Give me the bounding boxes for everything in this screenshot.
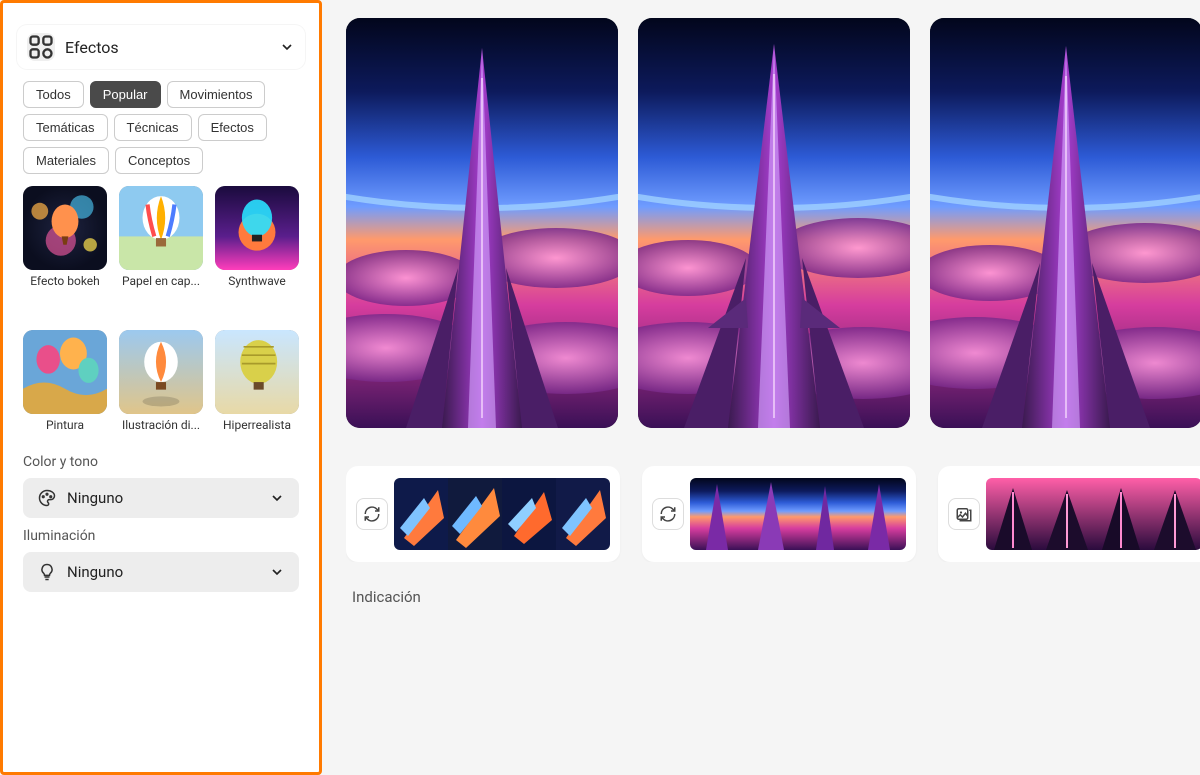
prompt-section: Indicación [346, 588, 1200, 606]
effect-label: Synthwave [215, 274, 299, 288]
effect-item-hiperrealista[interactable]: Hiperrealista [215, 330, 299, 432]
history-thumb[interactable] [744, 478, 798, 550]
lighting-dropdown[interactable]: Ninguno [23, 552, 299, 592]
history-thumb[interactable] [556, 478, 610, 550]
color-tone-dropdown[interactable]: Ninguno [23, 478, 299, 518]
main-area: Indicación [322, 0, 1200, 775]
generated-image-1[interactable] [346, 18, 618, 428]
color-tone-value: Ninguno [67, 489, 259, 507]
history-thumb[interactable] [798, 478, 852, 550]
color-tone-heading: Color y tono [23, 454, 299, 470]
history-thumbs [394, 478, 610, 550]
effect-thumb [23, 186, 107, 270]
chevron-down-icon [269, 490, 285, 506]
history-thumb[interactable] [986, 478, 1040, 550]
effects-grid: Efecto bokeh Papel en cap... [23, 186, 299, 432]
generated-image-3[interactable] [930, 18, 1200, 428]
history-thumbs [986, 478, 1200, 550]
effects-title: Efectos [65, 38, 269, 57]
filter-chip-tecnicas[interactable]: Técnicas [114, 114, 192, 141]
filter-chip-tematicas[interactable]: Temáticas [23, 114, 108, 141]
history-thumb[interactable] [394, 478, 448, 550]
regenerate-button[interactable] [356, 498, 388, 530]
history-thumb[interactable] [1094, 478, 1148, 550]
history-group-2 [642, 466, 916, 562]
filter-chip-materiales[interactable]: Materiales [23, 147, 109, 174]
lighting-heading: Iluminación [23, 528, 299, 544]
lightbulb-icon [37, 562, 57, 582]
effects-filter-chips: Todos Popular Movimientos Temáticas Técn… [23, 81, 299, 174]
history-thumb[interactable] [690, 478, 744, 550]
history-thumb[interactable] [852, 478, 906, 550]
effect-item-ilustracion[interactable]: Ilustración di... [119, 330, 203, 432]
filter-chip-movimientos[interactable]: Movimientos [167, 81, 266, 108]
history-thumb[interactable] [1148, 478, 1200, 550]
chevron-down-icon [279, 39, 295, 55]
sidebar-panel: Efectos Todos Popular Movimientos Temáti… [0, 0, 322, 775]
history-thumb[interactable] [502, 478, 556, 550]
history-group-1 [346, 466, 620, 562]
effect-item-pintura[interactable]: Pintura [23, 330, 107, 432]
filter-chip-efectos[interactable]: Efectos [198, 114, 267, 141]
chevron-down-icon [269, 564, 285, 580]
history-strip [346, 466, 1200, 562]
prompt-label: Indicación [352, 588, 1200, 606]
history-thumbs [690, 478, 906, 550]
history-group-3 [938, 466, 1200, 562]
effects-icon [27, 33, 55, 61]
effect-thumb [215, 330, 299, 414]
effect-thumb [119, 186, 203, 270]
effect-thumb [215, 186, 299, 270]
filter-chip-todos[interactable]: Todos [23, 81, 84, 108]
effect-item-paper[interactable]: Papel en cap... [119, 186, 203, 288]
effect-label: Ilustración di... [119, 418, 203, 432]
history-thumb[interactable] [1040, 478, 1094, 550]
lighting-value: Ninguno [67, 563, 259, 581]
regenerate-button[interactable] [652, 498, 684, 530]
effect-thumb [23, 330, 107, 414]
effects-section-header[interactable]: Efectos [17, 25, 305, 69]
effect-item-bokeh[interactable]: Efecto bokeh [23, 186, 107, 288]
effect-item-synthwave[interactable]: Synthwave [215, 186, 299, 288]
generated-image-2[interactable] [638, 18, 910, 428]
history-thumb[interactable] [448, 478, 502, 550]
image-variations-button[interactable] [948, 498, 980, 530]
effect-label: Hiperrealista [215, 418, 299, 432]
effect-label: Pintura [23, 418, 107, 432]
filter-chip-conceptos[interactable]: Conceptos [115, 147, 203, 174]
effect-thumb [119, 330, 203, 414]
effect-label: Efecto bokeh [23, 274, 107, 288]
filter-chip-popular[interactable]: Popular [90, 81, 161, 108]
effect-label: Papel en cap... [119, 274, 203, 288]
generation-row [346, 18, 1200, 428]
palette-icon [37, 488, 57, 508]
